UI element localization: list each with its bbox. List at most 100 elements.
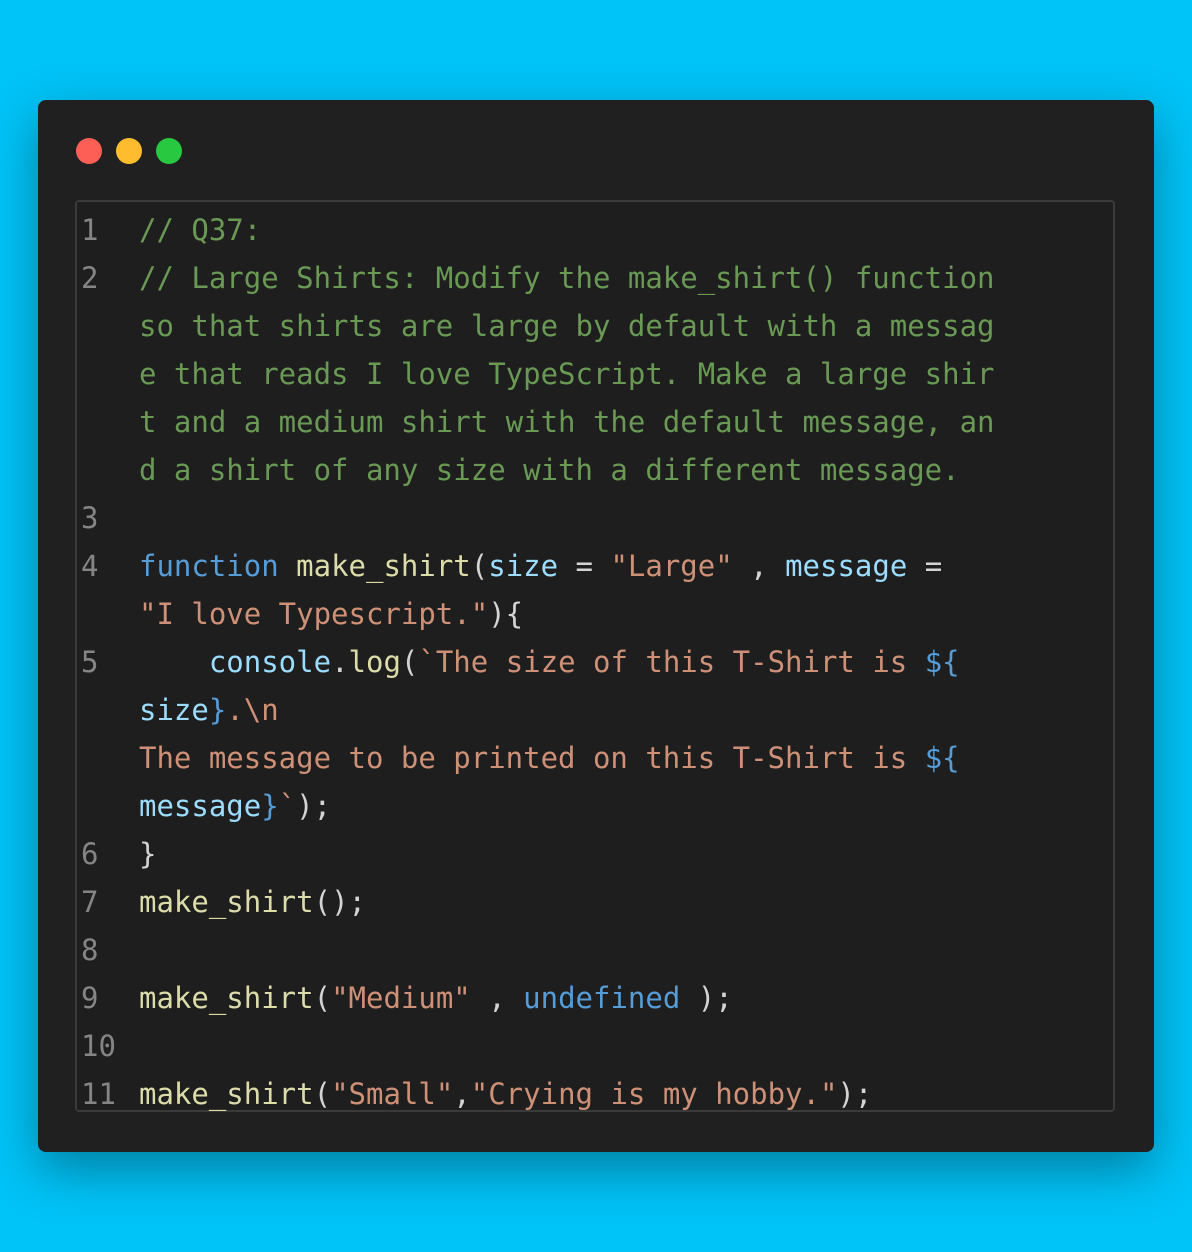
line-number <box>77 350 139 398</box>
code-token: undefined <box>523 981 681 1015</box>
code-token: , <box>732 549 786 583</box>
code-line: "I love Typescript."){ <box>77 590 1119 638</box>
code-line: 7 make_shirt(); <box>77 878 1119 926</box>
code-token: make_shirt <box>139 1077 314 1111</box>
code-line: message}`); <box>77 782 1119 830</box>
line-text <box>139 926 1119 974</box>
code-token: "Small" <box>331 1077 454 1111</box>
code-line: 6} <box>77 830 1119 878</box>
line-text <box>139 1022 1119 1070</box>
code-window: 1 // Q37: 2 // Large Shirts: Modify the mak… <box>38 100 1154 1152</box>
line-text: make_shirt("Medium" , undefined ); <box>139 974 1119 1022</box>
code-line: 10 <box>77 1022 1119 1070</box>
line-number: 3 <box>81 501 99 535</box>
code-line: 3 <box>77 494 1119 542</box>
code-token: t and a medium shirt with the default me… <box>139 405 995 439</box>
line-text: "I love Typescript."){ <box>139 590 1119 638</box>
line-number <box>77 686 139 734</box>
code-token: ){ <box>488 597 524 631</box>
code-token: size <box>488 549 559 583</box>
line-text <box>139 494 1119 542</box>
code-token: log <box>348 645 401 679</box>
code-line: 5 console.log(`The size of this T-Shirt … <box>77 638 1119 686</box>
code-token: ( <box>313 981 332 1015</box>
code-token: = <box>558 549 611 583</box>
line-number <box>77 590 139 638</box>
code-token: "Crying is my hobby." <box>470 1077 838 1111</box>
line-text: // Q37: <box>139 206 1119 254</box>
line-text: d a shirt of any size with a different m… <box>139 446 1119 494</box>
code-token: "Medium" <box>331 981 471 1015</box>
line-number: 8 <box>81 933 99 967</box>
code-token: message <box>139 789 262 823</box>
code-token: .\n <box>226 693 279 727</box>
code-token: ( <box>470 549 489 583</box>
line-text: so that shirts are large by default with… <box>139 302 1119 350</box>
code-token: , <box>470 981 524 1015</box>
code-token: make_shirt <box>296 549 471 583</box>
code-line: t and a medium shirt with the default me… <box>77 398 1119 446</box>
line-number <box>77 782 139 830</box>
code-token: `The size of this T-Shirt is <box>418 645 925 679</box>
code-line: 9 make_shirt("Medium" , undefined ); <box>77 974 1119 1022</box>
code-token: ( <box>400 645 419 679</box>
line-number: 9 <box>81 981 99 1015</box>
code-token: make_shirt <box>139 885 314 919</box>
line-text: make_shirt(); <box>139 878 1119 926</box>
line-text: function make_shirt(size = "Large" , mes… <box>139 542 1119 590</box>
code-token: "I love Typescript." <box>139 597 489 631</box>
line-text: console.log(`The size of this T-Shirt is… <box>139 638 1119 686</box>
line-text: size}.\n <box>139 686 1119 734</box>
code-token: } <box>208 693 227 727</box>
code-line: 1 // Q37: <box>77 206 1119 254</box>
code-token: size <box>139 693 209 727</box>
code-token: // Large Shirts: Modify the make_shirt()… <box>139 261 995 295</box>
code-line: so that shirts are large by default with… <box>77 302 1119 350</box>
code-lines: 1 // Q37: 2 // Large Shirts: Modify the mak… <box>77 206 1119 1118</box>
close-dot[interactable] <box>76 138 102 164</box>
line-number <box>77 446 139 494</box>
line-text: } <box>139 830 1119 878</box>
code-token: ${ <box>924 645 960 679</box>
code-token: } <box>261 789 279 823</box>
code-token: e that reads I love TypeScript. Make a l… <box>139 357 995 391</box>
line-number: 5 <box>81 645 99 679</box>
line-text: message}`); <box>139 782 1119 830</box>
line-number: 6 <box>81 837 99 871</box>
line-number: 2 <box>81 261 99 295</box>
code-token: . <box>331 645 349 679</box>
line-number: 10 <box>81 1029 116 1063</box>
code-editor: 1 // Q37: 2 // Large Shirts: Modify the mak… <box>75 200 1115 1112</box>
code-line: The message to be printed on this T-Shir… <box>77 734 1119 782</box>
code-line: 11 make_shirt("Small","Crying is my hobby… <box>77 1070 1119 1118</box>
code-token: } <box>139 837 157 871</box>
minimize-dot[interactable] <box>116 138 142 164</box>
code-token: (); <box>313 885 366 919</box>
code-token: make_shirt <box>139 981 314 1015</box>
code-token: "Large" <box>610 549 733 583</box>
code-line: d a shirt of any size with a different m… <box>77 446 1119 494</box>
code-line: 8 <box>77 926 1119 974</box>
code-token: ); <box>296 789 332 823</box>
line-number: 4 <box>81 549 99 583</box>
code-token: message <box>785 549 908 583</box>
code-line: size}.\n <box>77 686 1119 734</box>
maximize-dot[interactable] <box>156 138 182 164</box>
code-token: ); <box>837 1077 873 1111</box>
line-number <box>77 734 139 782</box>
line-number <box>77 302 139 350</box>
line-text: e that reads I love TypeScript. Make a l… <box>139 350 1119 398</box>
line-text: The message to be printed on this T-Shir… <box>139 734 1119 782</box>
code-token: d a shirt of any size with a different m… <box>139 453 960 487</box>
line-number: 11 <box>81 1077 116 1111</box>
code-token: function <box>139 549 279 583</box>
line-text: make_shirt("Small","Crying is my hobby."… <box>139 1070 1119 1118</box>
code-token: console <box>208 645 332 679</box>
line-number <box>77 398 139 446</box>
line-text: // Large Shirts: Modify the make_shirt()… <box>139 254 1119 302</box>
code-token: , <box>453 1077 471 1111</box>
code-token: The message to be printed on this T-Shir… <box>139 741 925 775</box>
code-line: e that reads I love TypeScript. Make a l… <box>77 350 1119 398</box>
